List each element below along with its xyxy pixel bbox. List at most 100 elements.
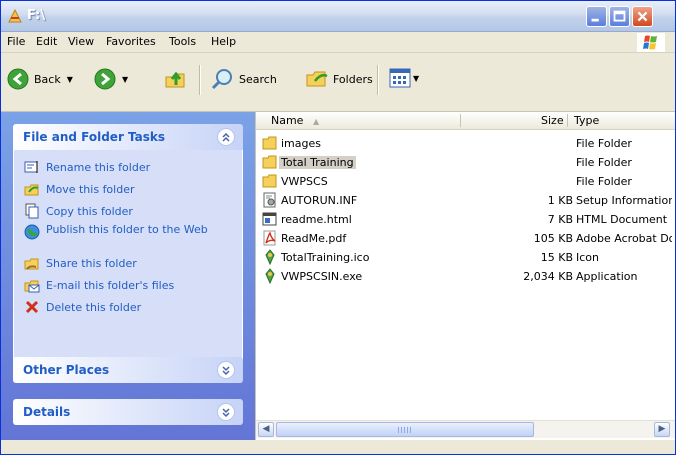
file-size: 1 KB (547, 194, 573, 207)
views-button[interactable]: ▼ (389, 68, 419, 88)
task-label: Move this folder (46, 182, 135, 196)
task-pane: File and Folder Tasks Rename this folder… (1, 112, 255, 440)
title-bar[interactable]: F:\ (1, 1, 675, 32)
column-name[interactable]: Name ▲ (271, 114, 319, 127)
file-type: HTML Document (576, 213, 668, 226)
back-arrow-icon (7, 68, 29, 90)
task-label: Publish this folder to the Web (46, 223, 208, 236)
file-size: 7 KB (547, 213, 573, 226)
task-delete-folder[interactable]: Delete this folder (14, 296, 242, 318)
file-name: Total Training (279, 156, 356, 169)
menu-favorites[interactable]: Favorites (106, 35, 156, 48)
file-folder-tasks-header[interactable]: File and Folder Tasks (13, 124, 243, 150)
menu-bar: File Edit View Favorites Tools Help (1, 32, 675, 53)
exe-file-icon (265, 268, 275, 284)
forward-button[interactable]: ▼ (94, 68, 128, 90)
details-header[interactable]: Details (13, 399, 243, 425)
html-file-icon (262, 212, 277, 226)
file-name: VWPSCSIN.exe (281, 270, 363, 283)
other-places-panel: Other Places (13, 357, 243, 383)
pdf-file-icon (263, 230, 276, 246)
file-row[interactable]: AUTORUN.INF 1 KB Setup Information (256, 191, 675, 210)
horizontal-scrollbar[interactable]: ◀ ▶ (256, 420, 675, 438)
file-type: Setup Information (576, 194, 672, 207)
menu-file[interactable]: File (7, 35, 25, 48)
file-type: Application (576, 270, 638, 283)
other-places-header[interactable]: Other Places (13, 357, 243, 383)
file-size: 2,034 KB (523, 270, 573, 283)
back-button[interactable]: Back ▼ (7, 68, 73, 90)
delete-icon (25, 300, 39, 314)
expand-icon[interactable] (217, 403, 235, 421)
menu-view[interactable]: View (68, 35, 94, 48)
copy-icon (25, 203, 39, 219)
details-panel: Details (13, 399, 243, 425)
task-publish-folder[interactable]: Publish this folder to the Web (14, 222, 242, 252)
search-icon (211, 69, 232, 90)
task-label: Rename this folder (46, 160, 151, 174)
up-folder-button[interactable] (164, 67, 188, 91)
toolbar: Back ▼ ▼ Search Folders ▼ (1, 53, 675, 112)
collapse-icon[interactable] (217, 128, 235, 146)
scroll-right-icon[interactable]: ▶ (654, 422, 670, 437)
file-folder-tasks-body: Rename this folder Move this folder Copy… (13, 150, 243, 362)
column-type[interactable]: Type (574, 114, 599, 127)
file-row-selected[interactable]: Total Training File Folder (256, 153, 675, 172)
task-email-files[interactable]: E-mail this folder's files (14, 274, 242, 296)
column-size[interactable]: Size (541, 114, 564, 127)
ico-file-icon (265, 249, 275, 265)
task-move-folder[interactable]: Move this folder (14, 178, 242, 200)
move-icon (24, 184, 39, 196)
views-icon (389, 68, 411, 88)
column-name-label: Name (271, 114, 304, 127)
file-type: Icon (576, 251, 599, 264)
close-icon (637, 11, 648, 22)
file-size: 105 KB (533, 232, 573, 245)
file-row[interactable]: TotalTraining.ico 15 KB Icon (256, 248, 675, 267)
menu-edit[interactable]: Edit (36, 35, 57, 48)
expand-icon[interactable] (217, 361, 235, 379)
file-row[interactable]: VWPSCS File Folder (256, 172, 675, 191)
file-folder-tasks-panel: File and Folder Tasks Rename this folder… (13, 124, 243, 362)
share-icon (24, 258, 39, 270)
task-copy-folder[interactable]: Copy this folder (14, 200, 242, 222)
menu-tools[interactable]: Tools (169, 35, 196, 48)
sort-ascending-icon: ▲ (312, 117, 320, 126)
folders-button[interactable]: Folders (305, 67, 373, 91)
forward-arrow-icon (94, 68, 116, 90)
folders-label: Folders (333, 72, 373, 86)
file-row[interactable]: images File Folder (256, 134, 675, 153)
task-label: Share this folder (46, 256, 137, 270)
other-places-title: Other Places (23, 363, 110, 377)
file-row[interactable]: readme.html 7 KB HTML Document (256, 210, 675, 229)
file-name: AUTORUN.INF (281, 194, 358, 207)
email-icon (24, 280, 40, 293)
publish-web-icon (24, 224, 40, 240)
back-dropdown-icon[interactable]: ▼ (67, 75, 73, 84)
task-label: Delete this folder (46, 300, 142, 314)
file-type: File Folder (576, 156, 632, 169)
minimize-button[interactable] (586, 6, 607, 27)
maximize-button[interactable] (609, 6, 630, 27)
task-share-folder[interactable]: Share this folder (14, 252, 242, 274)
task-label: Copy this folder (46, 204, 133, 218)
scroll-left-icon[interactable]: ◀ (258, 422, 274, 437)
views-dropdown-icon[interactable]: ▼ (413, 74, 419, 83)
task-rename-folder[interactable]: Rename this folder (14, 156, 242, 178)
file-row[interactable]: ReadMe.pdf 105 KB Adobe Acrobat Document (256, 229, 675, 248)
menu-help[interactable]: Help (211, 35, 236, 48)
scroll-thumb[interactable] (276, 422, 534, 437)
file-list-pane: Name ▲ Size Type images File Folder Tota… (255, 112, 675, 440)
back-label: Back (34, 72, 61, 86)
file-name: images (281, 137, 321, 150)
explorer-window: F:\ File Edit View Favorites Tools Help (0, 0, 676, 455)
file-type: File Folder (576, 137, 632, 150)
file-row[interactable]: VWPSCSIN.exe 2,034 KB Application (256, 267, 675, 286)
folders-icon (306, 71, 328, 87)
file-folder-tasks-title: File and Folder Tasks (23, 130, 166, 144)
forward-dropdown-icon[interactable]: ▼ (122, 75, 128, 84)
windows-logo-icon (637, 33, 665, 52)
search-button[interactable]: Search (211, 67, 277, 91)
close-button[interactable] (632, 6, 653, 27)
task-label: E-mail this folder's files (46, 278, 175, 292)
